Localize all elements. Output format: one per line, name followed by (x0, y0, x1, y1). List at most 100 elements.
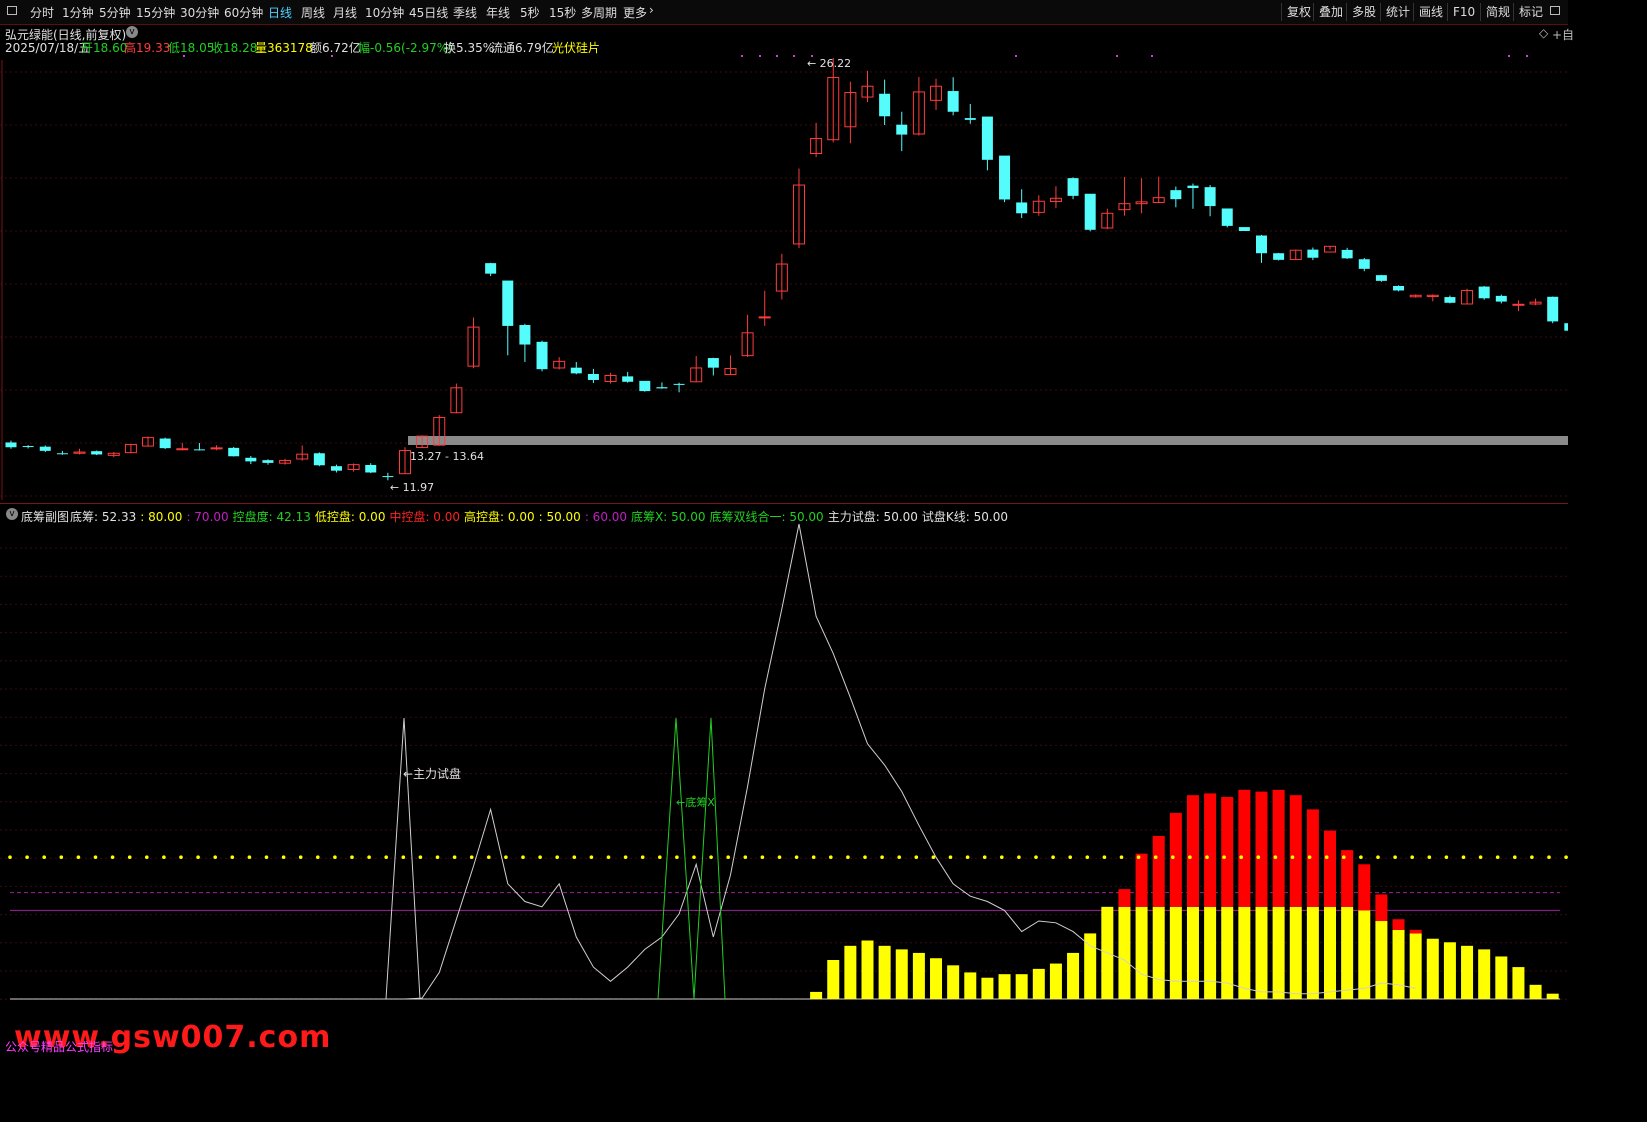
dotted-level-point (1171, 855, 1175, 860)
dotted-level-point (640, 855, 645, 860)
osc-bar-yellow (1272, 906, 1285, 999)
dotted-level-point (1017, 855, 1021, 860)
candle-body-down (707, 358, 719, 368)
dotted-level-point (811, 855, 816, 860)
dotted-level-point (606, 855, 611, 860)
dotted-level-point (469, 855, 474, 860)
candle-body-down (502, 280, 514, 326)
dotted-level-point (1136, 855, 1141, 860)
dotted-level-point (1153, 855, 1158, 860)
signal-dot (1116, 55, 1118, 57)
osc-bar-red (1272, 789, 1285, 907)
osc-bar-yellow (1495, 956, 1508, 999)
candle-body-down (193, 449, 205, 451)
dotted-level-point (1444, 855, 1449, 860)
candle-body-down (1478, 286, 1490, 299)
dotted-level-point (1461, 855, 1466, 860)
candle-body-down (91, 451, 103, 455)
osc-bar-yellow (981, 977, 994, 999)
candle-body-down (1016, 202, 1028, 214)
osc-bar-yellow (1426, 938, 1439, 999)
candle-body-down (228, 447, 240, 457)
dotted-level-point (914, 855, 919, 860)
signal-dot (1526, 55, 1528, 57)
candle-body-down (536, 341, 548, 370)
osc-bar-yellow (1289, 906, 1302, 999)
dotted-level-point (452, 855, 457, 860)
dotted-level-point (333, 855, 337, 860)
dotted-level-point (1000, 855, 1004, 860)
osc-bar-yellow (1443, 942, 1456, 999)
osc-bar-yellow (1067, 952, 1080, 999)
candle-body-down (1375, 275, 1387, 281)
dotted-level-point (1290, 855, 1295, 860)
candle-body-down (1255, 235, 1267, 254)
osc-bar-yellow (1221, 906, 1234, 999)
osc-bar-red (1375, 894, 1388, 922)
dotted-level-point (692, 855, 696, 860)
osc-bar-yellow (1032, 968, 1045, 999)
osc-bar-yellow (1341, 906, 1354, 999)
osc-bar-yellow (844, 945, 857, 999)
osc-bar-yellow (964, 972, 977, 999)
osc-bar-yellow (1204, 906, 1217, 999)
dotted-level-point (1376, 855, 1380, 860)
dotted-level-point (1547, 855, 1551, 860)
signal-dot (1508, 55, 1510, 57)
zhuli-label: ←主力试盘 (403, 766, 461, 781)
candle-body-down (5, 442, 17, 448)
osc-bar-yellow (1152, 906, 1165, 999)
dotted-level-point (110, 855, 115, 860)
dotted-level-point (1324, 855, 1329, 860)
kline-chart[interactable]: ← 26.22 ← 11.97 13.27 - 13.64 ←主力试盘 ←底筹X (0, 0, 1568, 1068)
osc-bar-yellow (1306, 906, 1319, 999)
dotted-level-point (8, 855, 12, 860)
osc-bar-red (1221, 796, 1234, 907)
dotted-level-point (1239, 855, 1243, 860)
watermark-text: 公众号精品公式指标 (5, 1040, 114, 1054)
dotted-level-point (281, 855, 286, 860)
osc-bar-yellow (1409, 933, 1422, 999)
candle-body-down (879, 93, 891, 117)
dotted-level-point (42, 855, 46, 860)
osc-bar-yellow (1015, 974, 1028, 999)
dotted-level-point (1513, 855, 1517, 860)
min-price-label: ← 11.97 (390, 481, 434, 494)
candle-body-down (964, 118, 976, 120)
dotted-level-point (760, 855, 765, 860)
osc-bar-yellow (827, 960, 840, 999)
candle-body-down (330, 466, 342, 471)
dotted-level-point (59, 855, 64, 860)
osc-bar-yellow (1546, 993, 1559, 999)
candle-body-down (245, 457, 257, 462)
osc-bar-red (1238, 789, 1251, 907)
osc-bar-yellow (1461, 945, 1474, 999)
dotted-level-point (1307, 855, 1312, 860)
candle-body-down (981, 116, 993, 160)
osc-bar-yellow (1358, 910, 1371, 999)
osc-bar-red (1204, 793, 1217, 907)
dotted-level-point (777, 855, 782, 860)
signal-dot (793, 55, 795, 57)
candle-body-down (1170, 190, 1182, 200)
signal-dot (776, 55, 778, 57)
dotted-level-point (145, 855, 149, 860)
candle-body-down (485, 263, 497, 274)
candle-body-down (159, 438, 171, 449)
support-band (408, 436, 1568, 445)
range-label: 13.27 - 13.64 (410, 450, 484, 463)
osc-bar-yellow (810, 991, 823, 999)
dotted-level-point (1564, 855, 1568, 860)
osc-bar-yellow (912, 952, 925, 999)
dotted-level-point (1222, 855, 1226, 860)
signal-dot (741, 55, 743, 57)
osc-bar-red (1118, 889, 1131, 907)
dotted-level-point (418, 855, 423, 860)
dotted-level-point (794, 855, 799, 860)
dotted-level-point (743, 855, 748, 860)
candle-body-down (1444, 297, 1456, 303)
dotted-level-point (538, 855, 542, 860)
candle-body-down (587, 373, 599, 380)
candle-body-down (999, 155, 1011, 200)
osc-bar-yellow (1375, 921, 1388, 999)
